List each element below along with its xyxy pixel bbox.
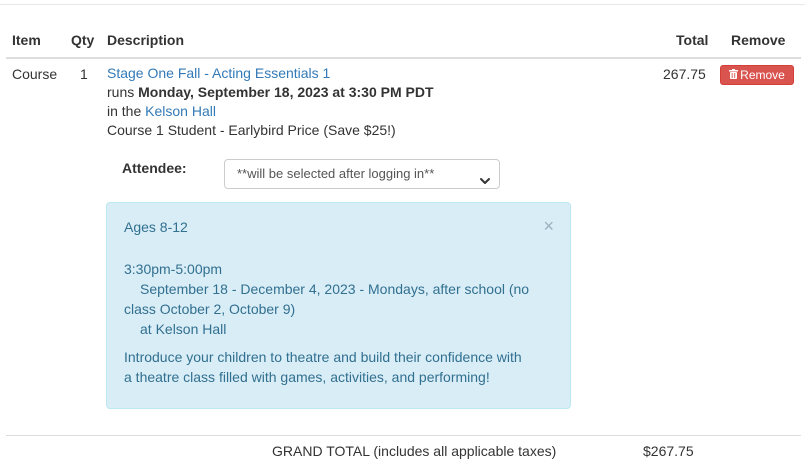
header-remove: Remove [731, 32, 786, 48]
price-description: Course 1 Student - Earlybird Price (Save… [107, 122, 396, 138]
info-ages: Ages 8-12 [124, 219, 188, 235]
remove-button[interactable]: Remove [720, 65, 794, 85]
header-description: Description [107, 32, 185, 48]
info-desc-line1: Introduce your children to theatre and b… [124, 349, 522, 365]
grand-total-value: $267.75 [643, 443, 694, 459]
remove-label: Remove [740, 68, 785, 82]
item-type: Course [12, 66, 58, 82]
grand-total-label: GRAND TOTAL (includes all applicable tax… [272, 443, 557, 459]
header-total: Total [676, 32, 709, 48]
top-divider [0, 4, 805, 5]
header-qty: Qty [71, 32, 95, 48]
course-info-alert: × Ages 8-12 3:30pm-5:00pm September 18 -… [106, 202, 571, 409]
info-time: 3:30pm-5:00pm [124, 261, 223, 277]
header-divider [6, 57, 801, 59]
trash-icon [729, 68, 739, 86]
runs-prefix: runs [107, 84, 135, 100]
footer-divider [6, 435, 801, 436]
attendee-select-value: **will be selected after logging in** [237, 166, 435, 181]
attendee-select[interactable]: **will be selected after logging in** [224, 159, 500, 189]
info-dates-line1: September 18 - December 4, 2023 - Monday… [140, 281, 530, 297]
close-icon[interactable]: × [543, 217, 554, 235]
info-desc-line2: a theatre class filled with games, activ… [124, 369, 490, 385]
venue-prefix: in the [107, 103, 142, 119]
attendee-label: Attendee: [122, 160, 187, 176]
header-item: Item [12, 32, 41, 48]
item-description: Stage One Fall - Acting Essentials 1 run… [107, 64, 577, 140]
venue-link[interactable]: Kelson Hall [145, 103, 216, 119]
info-location: at Kelson Hall [140, 321, 227, 337]
info-dates-line2: class October 2, October 9) [124, 301, 296, 317]
item-total: 267.75 [663, 66, 706, 82]
course-title-link[interactable]: Stage One Fall - Acting Essentials 1 [107, 65, 330, 81]
item-qty: 1 [80, 66, 88, 82]
chevron-down-icon [479, 169, 491, 184]
runs-date: Monday, September 18, 2023 at 3:30 PM PD… [138, 84, 434, 100]
